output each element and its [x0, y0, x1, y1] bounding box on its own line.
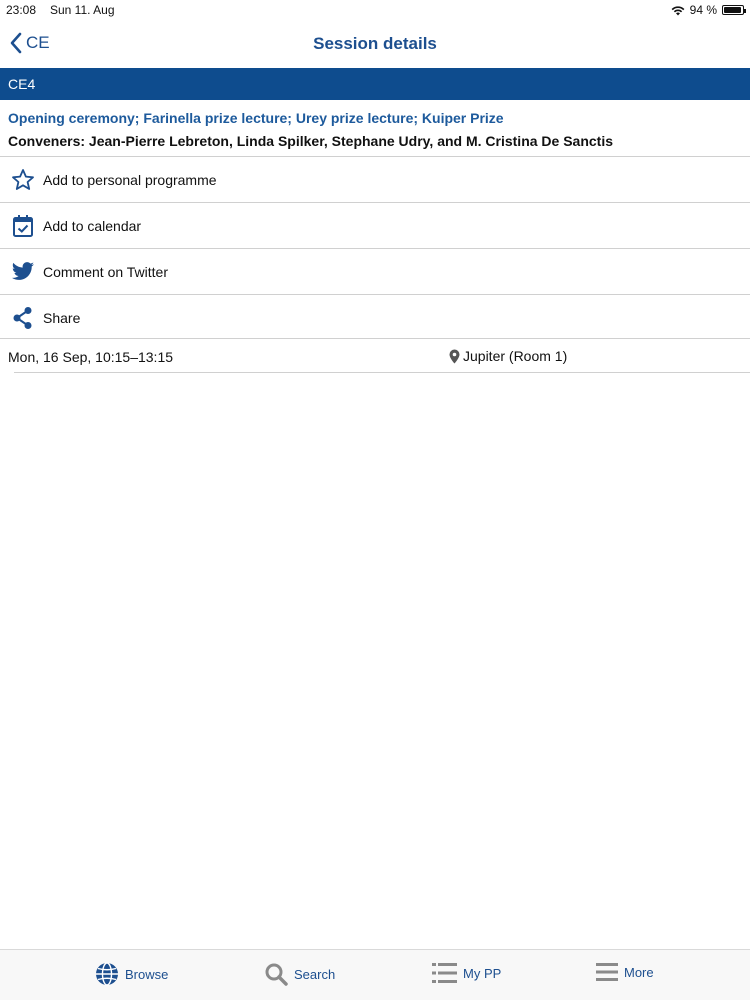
action-label: Add to personal programme — [43, 171, 217, 188]
tab-label: Browse — [125, 966, 169, 982]
divider — [14, 372, 750, 373]
session-code-band: CE4 — [0, 68, 750, 100]
calendar-check-icon — [10, 213, 36, 239]
status-indicators: 94 % — [671, 3, 746, 17]
comment-on-twitter-button[interactable]: Comment on Twitter — [0, 248, 750, 294]
session-location[interactable]: Jupiter (Room 1) — [449, 348, 567, 364]
tab-label: Search — [294, 966, 336, 982]
battery-fill — [724, 7, 741, 13]
share-icon — [10, 305, 36, 331]
session-details-screen: 23:08 Sun 11. Aug 94 % CE Session detail… — [0, 0, 750, 1000]
action-label: Comment on Twitter — [43, 263, 169, 280]
map-pin-icon — [449, 349, 460, 363]
tab-more[interactable]: More — [596, 962, 654, 982]
twitter-icon — [10, 259, 36, 285]
search-icon — [265, 963, 288, 986]
session-time-location: Mon, 16 Sep, 10:15–13:15 Jupiter (Room 1… — [0, 338, 750, 373]
add-to-calendar-button[interactable]: Add to calendar — [0, 202, 750, 248]
tab-label: My PP — [463, 965, 502, 981]
battery-icon — [722, 5, 746, 15]
star-icon — [10, 167, 36, 193]
tab-bar: Browse Search My PP More — [0, 949, 750, 1000]
list-icon — [432, 963, 457, 983]
tab-my-pp[interactable]: My PP — [432, 962, 501, 984]
tab-browse[interactable]: Browse — [95, 962, 168, 986]
action-label: Add to calendar — [43, 217, 142, 234]
menu-icon — [596, 963, 618, 981]
battery-tip — [744, 9, 746, 13]
navigation-bar: CE Session details — [0, 24, 750, 66]
session-title[interactable]: Opening ceremony; Farinella prize lectur… — [8, 110, 742, 126]
session-datetime: Mon, 16 Sep, 10:15–13:15 — [8, 349, 174, 365]
add-to-personal-programme-button[interactable]: Add to personal programme — [0, 156, 750, 202]
location-label: Jupiter (Room 1) — [463, 348, 568, 364]
globe-icon — [96, 962, 118, 986]
session-conveners: Conveners: Jean-Pierre Lebreton, Linda S… — [8, 133, 614, 149]
tab-label: More — [624, 964, 654, 980]
tab-search[interactable]: Search — [264, 962, 335, 986]
action-label: Share — [43, 309, 81, 326]
status-date: Sun 11. Aug — [50, 3, 115, 17]
status-time: 23:08 — [6, 3, 37, 17]
page-title: Session details — [313, 34, 437, 53]
wifi-icon — [671, 5, 685, 15]
status-bar: 23:08 Sun 11. Aug 94 % — [0, 0, 750, 20]
action-list: Add to personal programme Add to calenda… — [0, 156, 750, 340]
battery-percentage: 94 % — [689, 3, 717, 17]
share-button[interactable]: Share — [0, 294, 750, 340]
session-code: CE4 — [8, 76, 36, 92]
